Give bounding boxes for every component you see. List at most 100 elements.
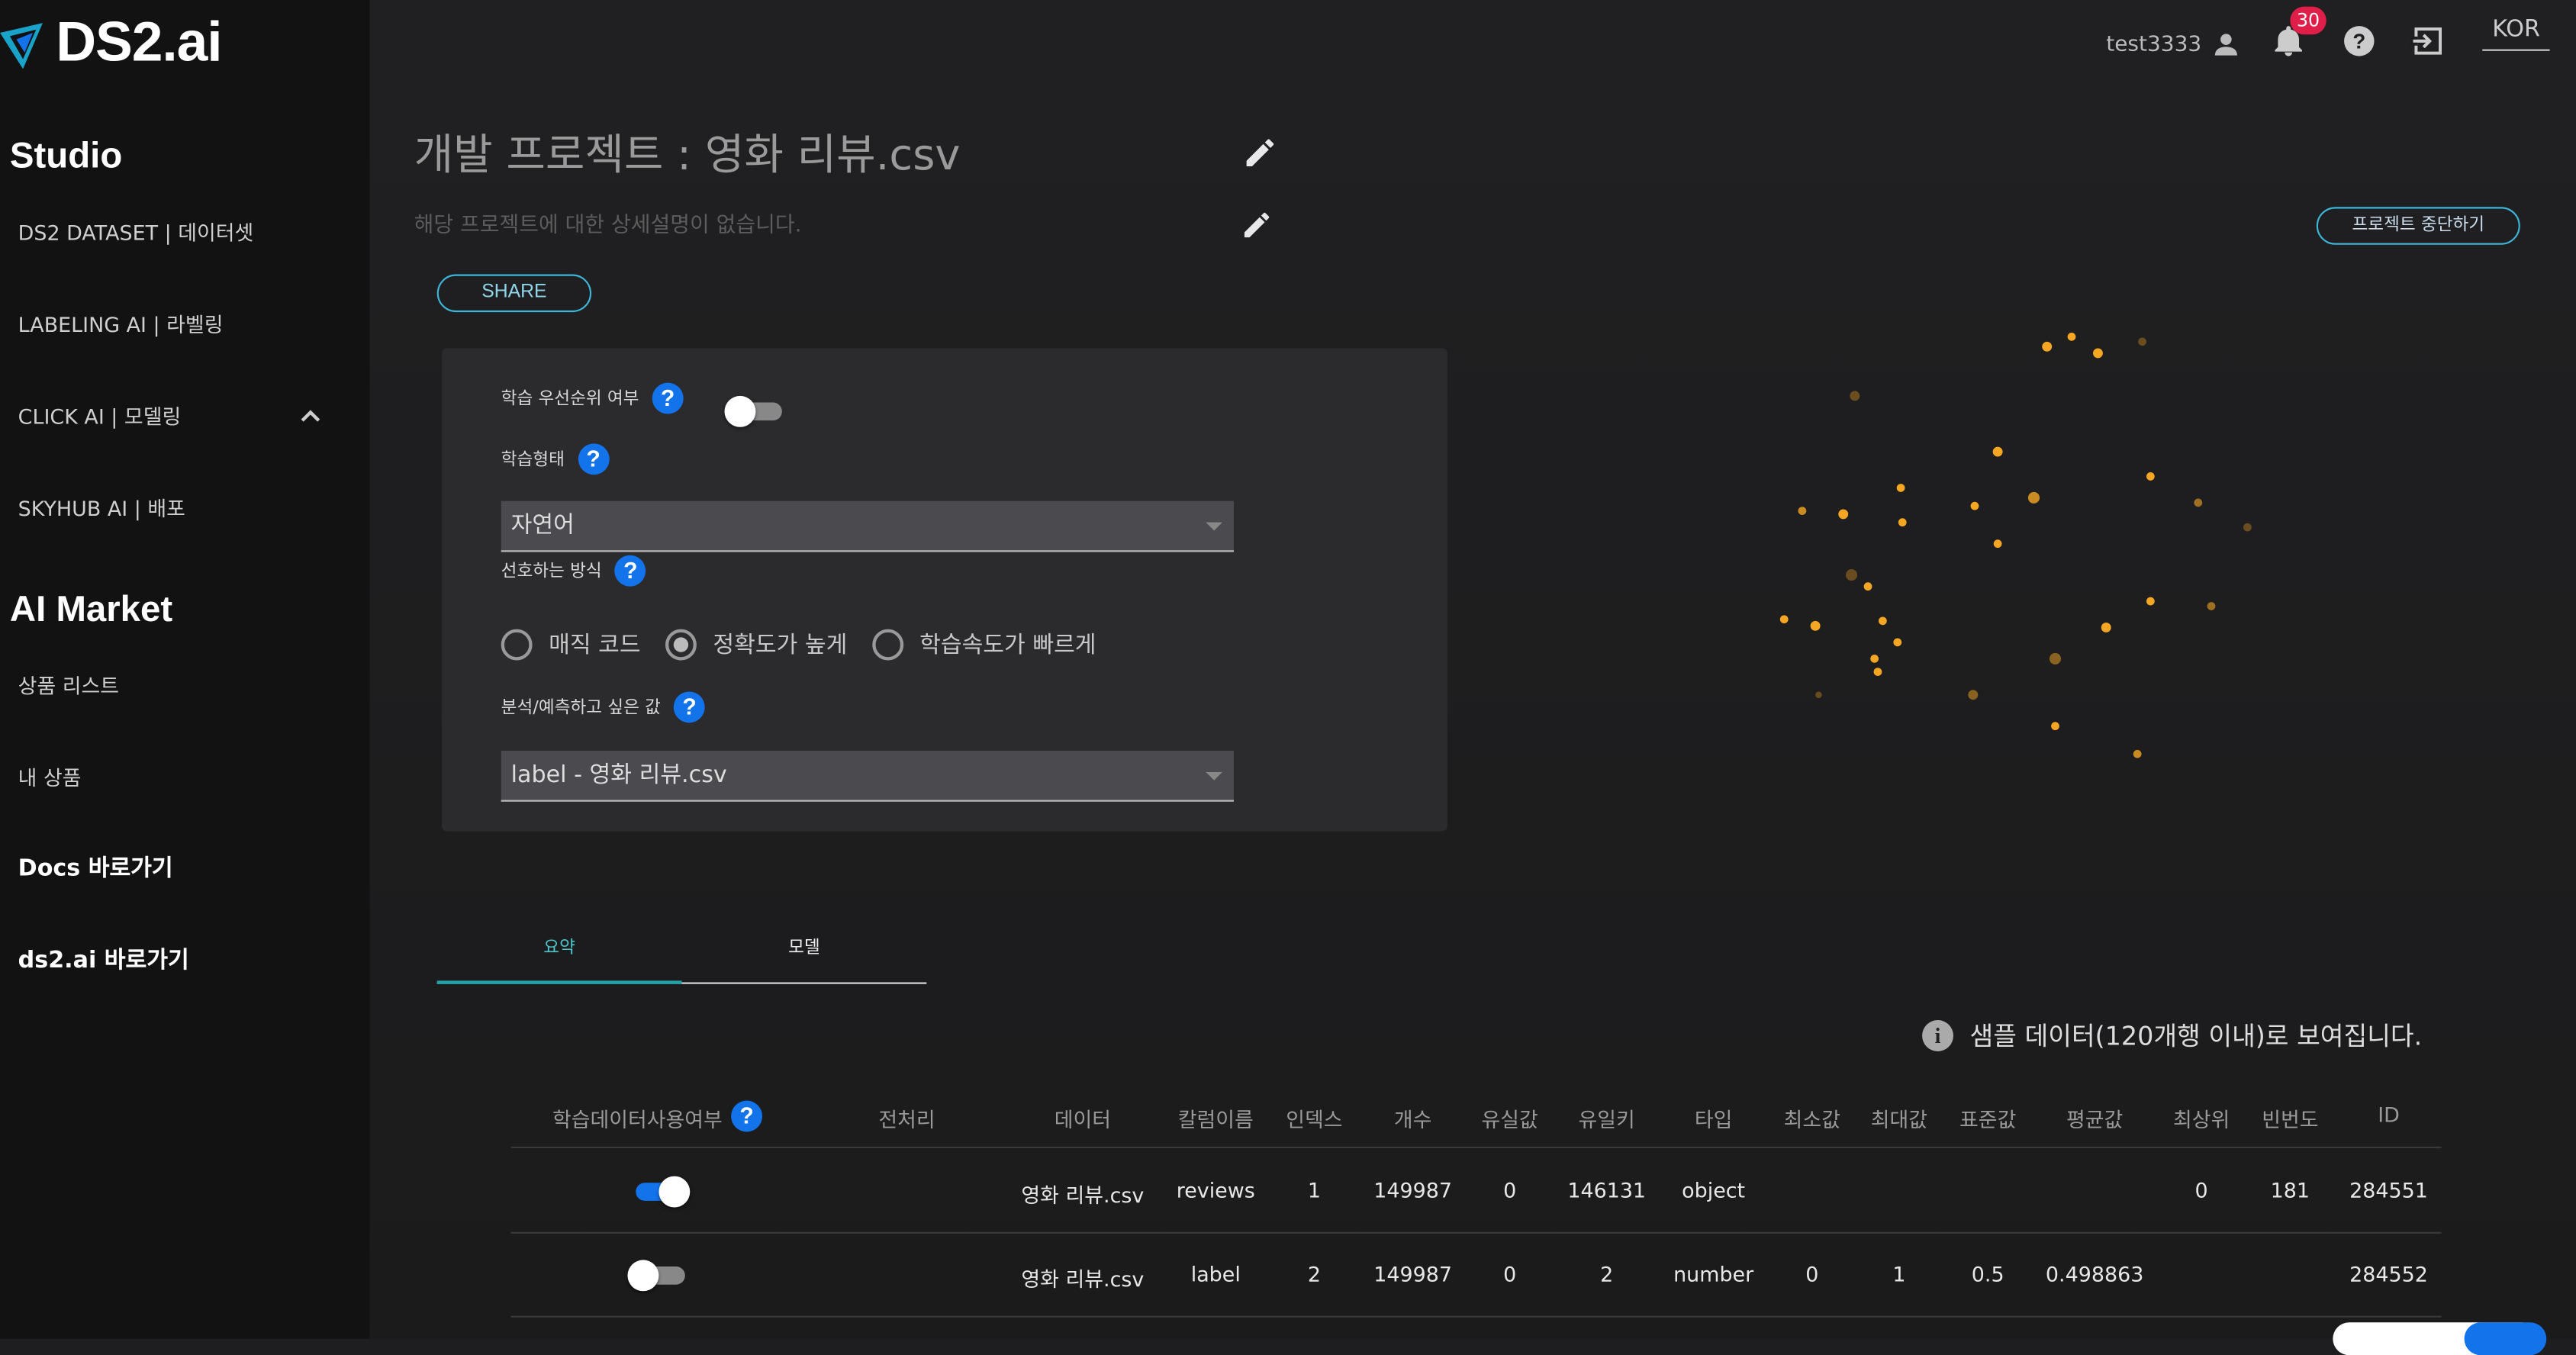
radio-circle-icon (871, 628, 903, 660)
radio-magic-code[interactable]: 매직 코드 (501, 627, 641, 660)
cell-std: 0.5 (1971, 1261, 2004, 1286)
logout-icon[interactable] (2410, 23, 2446, 59)
sidebar-link-ds2ai[interactable]: ds2.ai 바로가기 (18, 943, 322, 976)
sidebar-item-labeling[interactable]: LABELING AI | 라벨링 (18, 307, 322, 339)
cell-min: 0 (1805, 1261, 1819, 1286)
target-help-icon[interactable]: ? (674, 691, 705, 723)
table-divider (510, 1146, 2442, 1148)
studio-section-title: Studio (9, 134, 123, 176)
sidebar: DS2.ai Studio DS2 DATASET | 데이터셋 LABELIN… (0, 0, 370, 1339)
cell-type: object (1682, 1177, 1746, 1203)
dropdown-caret-icon (1206, 771, 1222, 780)
dropdown-caret-icon (1206, 522, 1222, 531)
radio-label: 학습속도가 빠르게 (919, 632, 1096, 659)
use-toggle-off[interactable] (627, 1258, 687, 1292)
target-field: 분석/예측하고 싶은 값 ? (501, 691, 705, 723)
train-type-label: 학습형태 (501, 449, 565, 470)
help-icon[interactable]: ? (2341, 23, 2377, 59)
edit-title-icon[interactable] (1242, 135, 1278, 171)
method-field: 선호하는 방식 ? (501, 555, 646, 587)
col-header-column-name: 칼럼이름 (1177, 1107, 1254, 1132)
train-type-select[interactable]: 자연어 (501, 500, 1234, 552)
cell-data: 영화 리뷰.csv (1021, 1266, 1145, 1292)
col-header-use: 학습데이터사용여부 (552, 1107, 723, 1132)
user-menu[interactable]: test3333 (2106, 30, 2241, 60)
cell-data: 영화 리뷰.csv (1021, 1183, 1145, 1208)
col-header-std: 표준값 (1959, 1107, 2017, 1132)
edit-description-icon[interactable] (1241, 208, 1274, 241)
cell-column: reviews (1176, 1177, 1255, 1203)
radio-high-accuracy[interactable]: 정확도가 높게 (665, 627, 847, 660)
sidebar-item-label: 상품 리스트 (18, 673, 120, 699)
col-header-id: ID (2378, 1102, 2400, 1127)
logo[interactable]: DS2.ai (0, 7, 223, 79)
sidebar-link-docs[interactable]: Docs 바로가기 (18, 851, 322, 883)
col-header-unique: 유일키 (1578, 1107, 1635, 1132)
target-select[interactable]: label - 영화 리뷰.csv (501, 750, 1234, 802)
sidebar-item-label: SKYHUB AI | 배포 (18, 496, 185, 521)
language-selector[interactable]: KOR (2482, 17, 2550, 51)
sidebar-item-click-ai[interactable]: CLICK AI | 모델링 (18, 399, 322, 430)
train-type-value: 자연어 (510, 512, 575, 539)
sidebar-item-product-list[interactable]: 상품 리스트 (18, 668, 322, 700)
priority-toggle[interactable] (724, 394, 784, 427)
col-header-mean: 평균값 (2066, 1107, 2124, 1132)
stop-project-button[interactable]: 프로젝트 중단하기 (2316, 207, 2520, 245)
radio-label: 매직 코드 (549, 632, 641, 659)
cell-top: 0 (2194, 1177, 2208, 1203)
sidebar-item-label: Docs 바로가기 (18, 855, 173, 883)
col-header-freq: 빈번도 (2262, 1107, 2319, 1132)
cell-max: 1 (1892, 1261, 1906, 1286)
person-icon (2214, 34, 2238, 56)
tab-bar: 요약 모델 (436, 926, 927, 984)
cell-count: 149987 (1373, 1261, 1453, 1286)
project-description: 해당 프로젝트에 대한 상세설명이 없습니다. (414, 213, 802, 239)
col-header-top: 최상위 (2172, 1107, 2230, 1132)
logo-text: DS2.ai (56, 10, 222, 73)
notification-badge: 30 (2290, 6, 2326, 35)
priority-help-icon[interactable]: ? (652, 382, 684, 414)
floating-widget-button[interactable] (2464, 1322, 2547, 1355)
train-type-field: 학습형태 ? (501, 443, 610, 475)
chevron-up-icon[interactable] (299, 407, 322, 423)
share-button[interactable]: SHARE (436, 274, 592, 313)
priority-label: 학습 우선순위 여부 (501, 389, 639, 410)
cell-index: 1 (1307, 1177, 1322, 1203)
col-header-count: 개수 (1393, 1107, 1432, 1132)
sidebar-item-label: LABELING AI | 라벨링 (18, 312, 224, 337)
use-toggle-on[interactable] (631, 1174, 691, 1208)
train-type-help-icon[interactable]: ? (578, 443, 610, 475)
target-value: label - 영화 리뷰.csv (510, 762, 727, 789)
col-header-missing: 유실값 (1481, 1107, 1538, 1132)
tab-summary[interactable]: 요약 (436, 926, 682, 984)
username: test3333 (2106, 31, 2202, 57)
col-header-index: 인덱스 (1286, 1107, 1343, 1132)
use-help-icon[interactable]: ? (731, 1100, 763, 1132)
tab-model[interactable]: 모델 (682, 926, 927, 982)
sample-notice: i 샘플 데이터(120개행 이내)로 보여집니다. (1922, 1017, 2422, 1053)
cell-missing: 0 (1503, 1261, 1517, 1286)
cell-unique: 146131 (1567, 1177, 1647, 1203)
method-help-icon[interactable]: ? (614, 555, 646, 587)
sidebar-item-label: 내 상품 (18, 765, 82, 790)
priority-field: 학습 우선순위 여부 ? (501, 382, 684, 414)
col-header-data: 데이터 (1054, 1107, 1112, 1132)
cell-index: 2 (1307, 1261, 1322, 1286)
radio-label: 정확도가 높게 (713, 632, 848, 659)
table-divider (510, 1315, 2442, 1318)
cell-mean: 0.498863 (2045, 1261, 2144, 1286)
col-header-min: 최소값 (1783, 1107, 1840, 1132)
sidebar-item-label: CLICK AI | 모델링 (18, 404, 182, 429)
col-header-preprocess: 전처리 (878, 1107, 935, 1132)
sidebar-item-my-products[interactable]: 내 상품 (18, 761, 322, 792)
cell-id: 284552 (2349, 1261, 2428, 1286)
radio-fast-training[interactable]: 학습속도가 빠르게 (871, 627, 1096, 660)
sidebar-item-skyhub[interactable]: SKYHUB AI | 배포 (18, 491, 322, 523)
method-radio-group: 매직 코드 정확도가 높게 학습속도가 빠르게 (501, 627, 1121, 660)
sidebar-item-dataset[interactable]: DS2 DATASET | 데이터셋 (18, 215, 322, 246)
radio-circle-icon (501, 628, 533, 660)
sidebar-item-label: ds2.ai 바로가기 (18, 948, 189, 974)
info-icon: i (1922, 1019, 1953, 1051)
table-divider (510, 1231, 2442, 1234)
col-header-type: 타입 (1694, 1107, 1733, 1132)
